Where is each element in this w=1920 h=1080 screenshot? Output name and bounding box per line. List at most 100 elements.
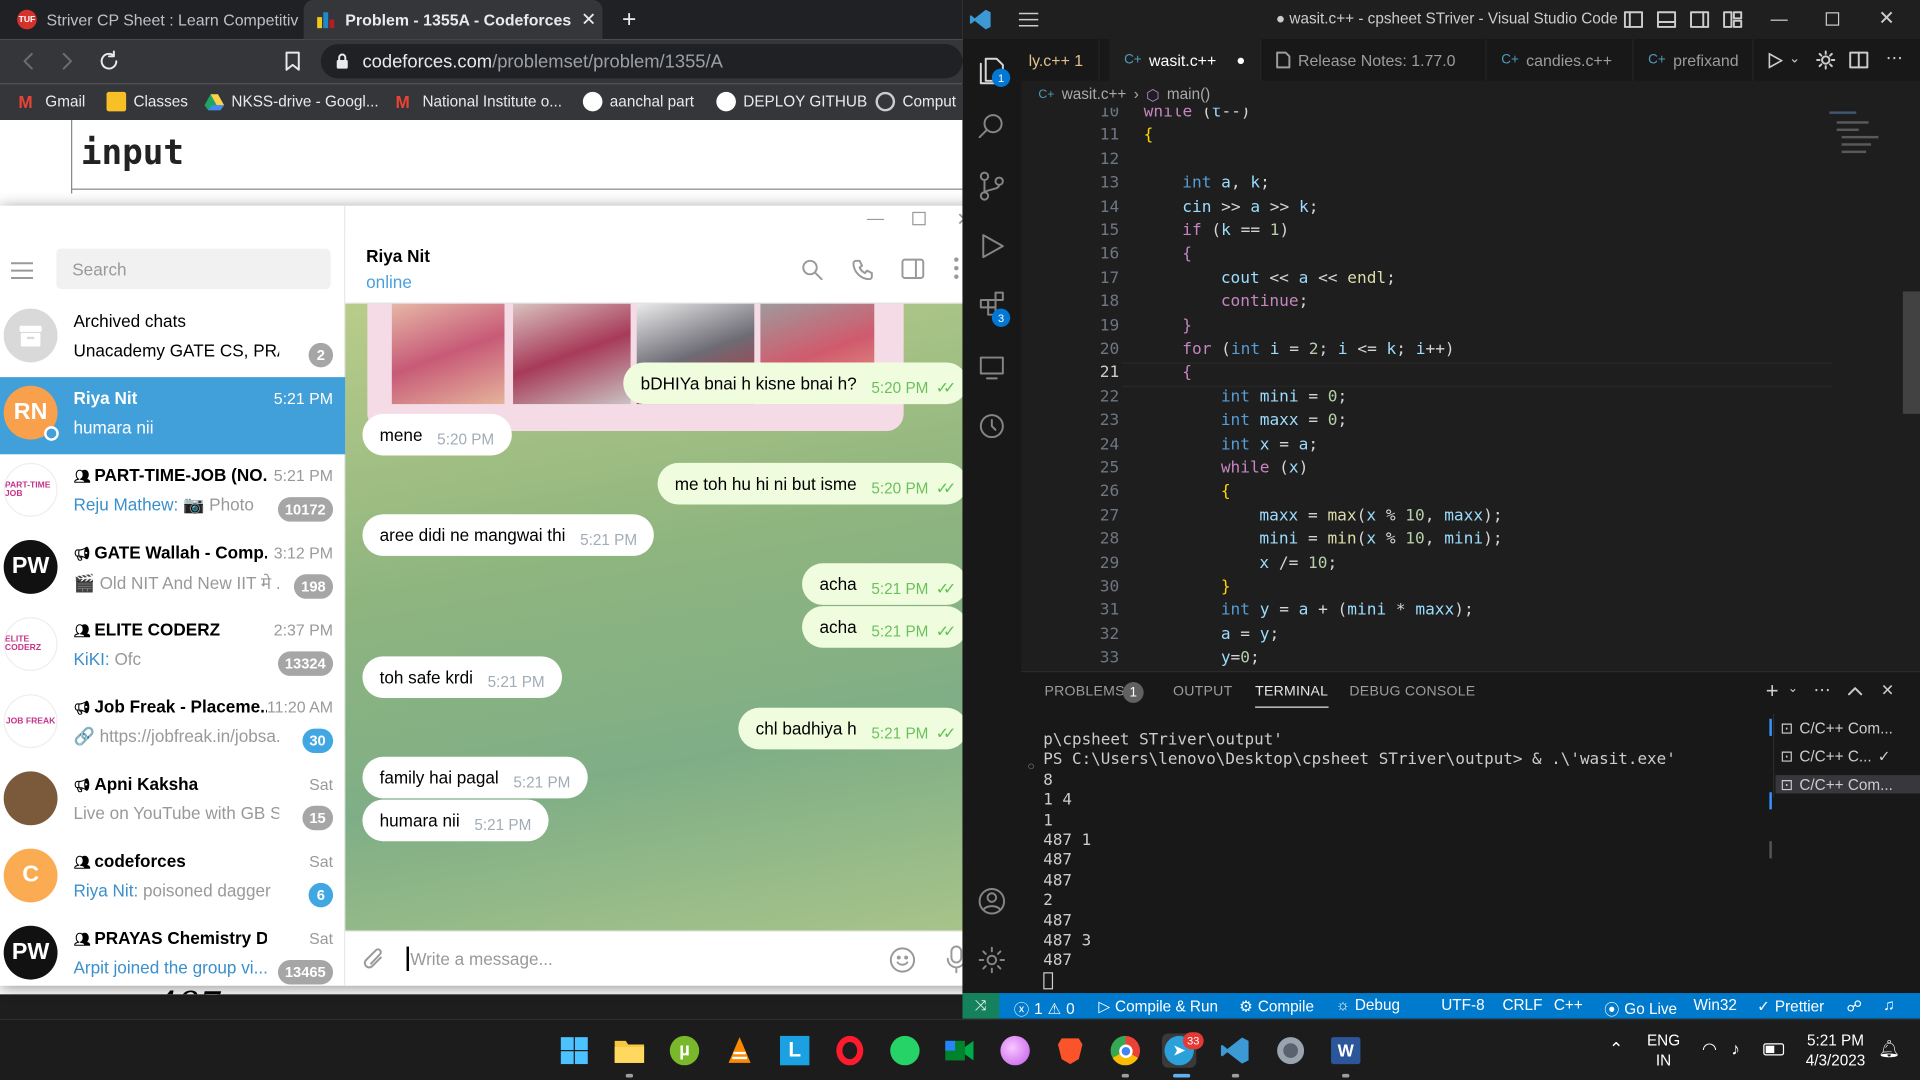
- history-icon[interactable]: [978, 413, 1005, 440]
- phone-icon[interactable]: [852, 258, 874, 281]
- contact-name[interactable]: Riya Nit: [366, 246, 430, 266]
- battery-icon[interactable]: [1763, 1043, 1785, 1056]
- language-status[interactable]: C++: [1554, 997, 1583, 1014]
- golive-button[interactable]: ⦿ Go Live: [1604, 997, 1677, 1019]
- start-button[interactable]: [557, 1033, 591, 1067]
- terminal-instance[interactable]: ⊡ C/C++ C... ✓: [1780, 747, 1890, 766]
- new-tab-button[interactable]: +: [610, 0, 649, 39]
- notifications-bell-icon[interactable]: ♫: [1883, 997, 1894, 1014]
- bookmark-comput[interactable]: Comput: [875, 91, 956, 112]
- vlc-taskbar[interactable]: [722, 1033, 756, 1067]
- whatsapp-taskbar[interactable]: [888, 1033, 922, 1067]
- app-l-taskbar[interactable]: L: [778, 1033, 812, 1067]
- message-bubble[interactable]: bDHIYa bnai h kisne bnai h? 5:20 PM ✓✓: [623, 362, 968, 405]
- chat-item[interactable]: PART-TIME JOB 👥︎ PART-TIME-JOB (NO... 5:21…: [0, 454, 345, 531]
- minimize-icon[interactable]: [1770, 19, 1788, 21]
- close-icon[interactable]: ✕: [1878, 6, 1894, 30]
- attach-icon[interactable]: [362, 947, 386, 974]
- message-bubble[interactable]: acha 5:21 PM ✓✓: [802, 563, 968, 605]
- bookmark-nit[interactable]: M National Institute o...: [396, 92, 562, 112]
- more-actions-icon[interactable]: ⋯: [1813, 680, 1830, 701]
- run-debug-icon[interactable]: [980, 231, 1007, 260]
- tab-release-notes[interactable]: Release Notes: 1.77.0: [1261, 39, 1487, 81]
- new-terminal-icon[interactable]: +: [1766, 678, 1779, 704]
- chat-item[interactable]: C 👥︎ codeforces Sat Riya Nit: poisoned dagg…: [0, 840, 345, 917]
- bookmark-deploy-github[interactable]: DEPLOY GITHUB: [716, 91, 867, 112]
- close-tab-icon[interactable]: ✕: [581, 9, 596, 31]
- source-control-icon[interactable]: [977, 170, 1006, 202]
- search-icon[interactable]: [801, 258, 823, 281]
- maximize-panel-icon[interactable]: [1848, 686, 1863, 696]
- file-explorer-taskbar[interactable]: [612, 1033, 646, 1067]
- brave-taskbar[interactable]: [1053, 1033, 1087, 1067]
- toggle-panel-icon[interactable]: [1656, 10, 1677, 30]
- chat-item[interactable]: ELITE CODERZ 👥︎ ELITE CODERZ 2:37 PM KiKI: …: [0, 609, 345, 686]
- message-bubble[interactable]: acha 5:21 PM ✓✓: [802, 606, 968, 648]
- bookmark-drive[interactable]: NKSS-drive - Googl...: [204, 92, 379, 112]
- message-bubble[interactable]: me toh hu hi ni but isme 5:20 PM ✓✓: [657, 462, 968, 505]
- minimap[interactable]: [1824, 108, 1902, 181]
- terminal-output[interactable]: p\cpsheet STriver\output' PS C:\Users\len…: [1043, 731, 1753, 994]
- emoji-icon[interactable]: [889, 947, 916, 974]
- accounts-icon[interactable]: [977, 887, 1006, 916]
- address-bar[interactable]: codeforces.com/problemset/problem/1355/A: [320, 44, 963, 79]
- compile-button[interactable]: ⚙ Compile: [1239, 997, 1314, 1015]
- remote-icon[interactable]: ⤨: [962, 993, 1000, 1019]
- maximize-icon[interactable]: [1825, 12, 1840, 26]
- chat-item[interactable]: 📢︎ Apni Kaksha Sat Live on YouTube with GB…: [0, 763, 345, 840]
- bookmark-classes[interactable]: Classes: [106, 91, 188, 112]
- tab-wasit[interactable]: C+ wasit.c++ ●: [1109, 39, 1262, 81]
- opera-taskbar[interactable]: [833, 1033, 867, 1067]
- bookmark-aanchal[interactable]: aanchal part: [582, 91, 694, 112]
- remote-explorer-icon[interactable]: [978, 354, 1005, 381]
- wifi-icon[interactable]: ◠: [1702, 1038, 1717, 1058]
- language-indicator[interactable]: ENG IN: [1647, 1031, 1680, 1070]
- utorrent-taskbar[interactable]: µ: [667, 1033, 701, 1067]
- platform-status[interactable]: Win32: [1693, 997, 1736, 1014]
- chat-item[interactable]: JOB FREAK 📢︎ Job Freak - Placeme... 11:20 …: [0, 686, 345, 763]
- tab-codeforces[interactable]: Problem - 1355A - Codeforces ✕: [303, 0, 603, 40]
- reload-icon[interactable]: [98, 50, 120, 72]
- code-editor[interactable]: 10 while (t--) 11 {12 13 int a, k; 14 cin >> a …: [1021, 108, 1920, 671]
- chat-item[interactable]: Archived chats Unacademy GATE CS, PRAYA..…: [0, 300, 345, 377]
- chat-item[interactable]: PW 📢︎ GATE Wallah - Comp... 3:12 PM 🎬 Old N…: [0, 531, 345, 608]
- vscode-taskbar[interactable]: [1218, 1033, 1252, 1067]
- notifications-icon[interactable]: 🔔︎: [1878, 1038, 1900, 1058]
- tab-problems[interactable]: PROBLEMS: [1044, 684, 1124, 699]
- prettier-status[interactable]: ✓ Prettier: [1757, 997, 1824, 1015]
- more-options-icon[interactable]: [954, 257, 959, 279]
- photo-thumbnail[interactable]: [391, 303, 505, 405]
- app-pink-taskbar[interactable]: [998, 1033, 1032, 1067]
- problems-status[interactable]: ⓧ 1 ⚠ 0: [1014, 997, 1075, 1019]
- settings-taskbar[interactable]: [1273, 1033, 1307, 1067]
- menu-icon[interactable]: [1018, 12, 1039, 27]
- split-editor-icon[interactable]: [1849, 50, 1869, 70]
- tab-output[interactable]: OUTPUT: [1173, 684, 1232, 699]
- tab-striver[interactable]: TUF Striver CP Sheet : Learn Competitive…: [5, 0, 299, 39]
- bookmark-icon[interactable]: [284, 50, 301, 72]
- clock[interactable]: 5:21 PM 4/3/2023: [1798, 1031, 1874, 1070]
- tab-candies[interactable]: C+ candies.c++: [1487, 39, 1634, 81]
- chat-item[interactable]: PW 👥︎ PRAYAS Chemistry Doubts Sat Arpit joi…: [0, 917, 345, 986]
- debug-button[interactable]: ☼ Debug: [1336, 997, 1400, 1014]
- meet-taskbar[interactable]: [943, 1033, 977, 1067]
- message-bubble[interactable]: family hai pagal 5:21 PM: [362, 756, 588, 799]
- message-bubble[interactable]: mene 5:20 PM: [362, 413, 512, 456]
- eol-status[interactable]: CRLF: [1502, 997, 1542, 1014]
- editor-scrollbar[interactable]: [1902, 291, 1920, 414]
- customize-layout-icon[interactable]: [1723, 10, 1743, 30]
- message-bubble[interactable]: aree didi ne mangwai thi 5:21 PM: [362, 514, 655, 556]
- chevron-down-icon[interactable]: ⌄: [1788, 682, 1798, 695]
- tab-terminal[interactable]: TERMINAL: [1255, 684, 1329, 708]
- breadcrumb-file[interactable]: wasit.c++: [1062, 86, 1127, 103]
- chat-item[interactable]: RN Riya Nit 5:21 PM humara nii: [0, 377, 346, 455]
- forward-icon[interactable]: [59, 51, 76, 71]
- bookmark-gmail[interactable]: M Gmail: [18, 92, 85, 112]
- toggle-primary-sidebar-icon[interactable]: [1623, 10, 1644, 30]
- word-taskbar[interactable]: W: [1329, 1033, 1363, 1067]
- maximize-icon[interactable]: [912, 211, 926, 226]
- unsaved-dot-icon[interactable]: ●: [1236, 51, 1245, 68]
- toggle-secondary-sidebar-icon[interactable]: [1690, 10, 1710, 30]
- chrome-taskbar[interactable]: [1108, 1033, 1142, 1067]
- message-bubble[interactable]: humara nii 5:21 PM: [362, 799, 549, 842]
